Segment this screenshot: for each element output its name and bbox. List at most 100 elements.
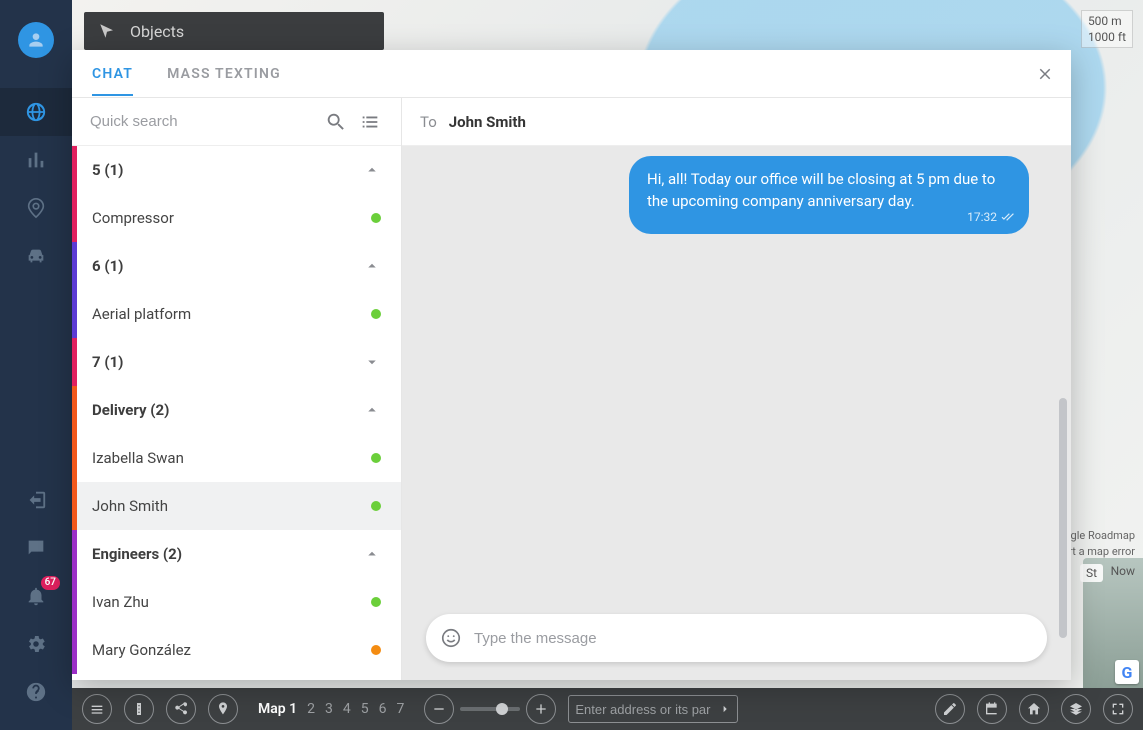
help-icon — [25, 681, 47, 703]
map-page-7[interactable]: 7 — [397, 701, 405, 717]
bb-draw[interactable] — [935, 694, 965, 724]
message-input[interactable] — [474, 630, 1037, 647]
contact-group: 7 (1) — [72, 338, 401, 386]
google-logo: G — [1115, 660, 1139, 684]
zoom-out[interactable] — [424, 694, 454, 724]
contact-group: Engineers (2) Ivan Zhu Mary González — [72, 530, 401, 674]
nav-vehicles[interactable] — [0, 232, 72, 280]
close-button[interactable] — [1031, 60, 1059, 88]
list-toggle-button[interactable] — [357, 109, 383, 135]
bb-share[interactable] — [166, 694, 196, 724]
home-icon — [1026, 701, 1042, 717]
chat-pane: To John Smith Hi, all! Today our office … — [402, 98, 1071, 680]
contact-item[interactable]: Ivan Zhu — [72, 578, 401, 626]
status-dot — [371, 501, 381, 511]
bb-traffic[interactable] — [124, 694, 154, 724]
message-text: Hi, all! Today our office will be closin… — [647, 170, 995, 210]
tab-mass-texting[interactable]: MASS TEXTING — [167, 52, 281, 96]
contact-item[interactable]: Izabella Swan — [72, 434, 401, 482]
dialog-tabs: CHAT MASS TEXTING — [72, 50, 1071, 98]
chat-recipient: John Smith — [449, 113, 526, 131]
contact-item[interactable]: John Smith — [72, 482, 401, 530]
bb-marker[interactable] — [208, 694, 238, 724]
bb-layers2[interactable] — [1061, 694, 1091, 724]
nav-globe[interactable] — [0, 88, 72, 136]
map-page-1[interactable]: Map 1 — [258, 701, 297, 717]
contact-item[interactable]: Compressor — [72, 194, 401, 242]
list-icon — [359, 111, 381, 133]
address-input[interactable] — [575, 702, 713, 717]
contact-scroll[interactable]: 5 (1) Compressor 6 (1) Aerial platform 7 (1)… — [72, 146, 401, 680]
nav-chat[interactable] — [0, 524, 72, 572]
contact-name: Compressor — [92, 209, 174, 227]
search-input[interactable] — [90, 113, 315, 130]
map-page-5[interactable]: 5 — [361, 701, 369, 717]
left-sidebar: 67 — [0, 0, 72, 730]
contact-name: Aerial platform — [92, 305, 191, 323]
contact-item[interactable]: Aerial platform — [72, 290, 401, 338]
chevron-up-icon — [363, 161, 381, 179]
avatar[interactable] — [18, 22, 54, 58]
group-title: Engineers (2) — [92, 545, 182, 563]
group-header[interactable]: 7 (1) — [72, 338, 401, 386]
map-attribution: gle Roadmap ort a map error — [1062, 528, 1135, 560]
bb-calendar[interactable] — [977, 694, 1007, 724]
bottom-toolbar: Map 1 2 3 4 5 6 7 — [72, 688, 1143, 730]
bb-fullscreen[interactable] — [1103, 694, 1133, 724]
zoom-slider[interactable] — [460, 707, 520, 711]
nav-reports[interactable] — [0, 136, 72, 184]
contact-name: John Smith — [92, 497, 168, 515]
bb-home[interactable] — [1019, 694, 1049, 724]
nav-help[interactable] — [0, 668, 72, 716]
contact-name: Izabella Swan — [92, 449, 184, 467]
notifications-badge: 67 — [41, 576, 60, 590]
contact-group: 5 (1) Compressor — [72, 146, 401, 242]
minus-icon — [431, 701, 447, 717]
address-search[interactable] — [568, 695, 738, 723]
nav-notifications[interactable]: 67 — [0, 572, 72, 620]
zoom-controls — [424, 694, 556, 724]
contact-list-pane: 5 (1) Compressor 6 (1) Aerial platform 7 (1)… — [72, 98, 402, 680]
stack-icon — [89, 701, 105, 717]
map-page-3[interactable]: 3 — [325, 701, 333, 717]
chat-scrollbar-thumb[interactable] — [1059, 398, 1067, 638]
chat-dialog: CHAT MASS TEXTING 5 (1) Compressor 6 (1) Ae… — [72, 50, 1071, 680]
map-page-4[interactable]: 4 — [343, 701, 351, 717]
map-scale: 500 m 1000 ft — [1081, 10, 1133, 48]
objects-panel-header[interactable]: Objects — [84, 12, 384, 50]
group-header[interactable]: 5 (1) — [72, 146, 401, 194]
zoom-in[interactable] — [526, 694, 556, 724]
car-icon — [25, 245, 47, 267]
message-time: 17:32 — [967, 206, 1015, 228]
close-icon — [1036, 65, 1054, 83]
emoji-icon[interactable] — [440, 627, 462, 649]
map-page-2[interactable]: 2 — [307, 701, 315, 717]
share-icon — [173, 701, 189, 717]
chat-header: To John Smith — [402, 98, 1071, 146]
contact-group: 6 (1) Aerial platform — [72, 242, 401, 338]
nav-settings[interactable] — [0, 620, 72, 668]
chevron-up-icon — [363, 401, 381, 419]
map-page-6[interactable]: 6 — [379, 701, 387, 717]
chevron-up-icon — [363, 545, 381, 563]
search-button[interactable] — [323, 109, 349, 135]
chat-body[interactable]: Hi, all! Today our office will be closin… — [402, 146, 1071, 680]
contact-item[interactable]: Mary González — [72, 626, 401, 674]
nav-logout[interactable] — [0, 476, 72, 524]
to-label: To — [420, 113, 437, 131]
status-dot — [371, 597, 381, 607]
chevron-right-icon — [719, 702, 731, 716]
tab-chat[interactable]: CHAT — [92, 52, 133, 96]
group-header[interactable]: Delivery (2) — [72, 386, 401, 434]
contact-name: Mary González — [92, 641, 191, 659]
bb-layers[interactable] — [82, 694, 112, 724]
group-title: 5 (1) — [92, 161, 123, 179]
group-header[interactable]: Engineers (2) — [72, 530, 401, 578]
group-header[interactable]: 6 (1) — [72, 242, 401, 290]
nav-places[interactable] — [0, 184, 72, 232]
status-dot — [371, 213, 381, 223]
status-dot — [371, 453, 381, 463]
status-dot — [371, 645, 381, 655]
pin-icon — [215, 701, 231, 717]
status-dot — [371, 309, 381, 319]
